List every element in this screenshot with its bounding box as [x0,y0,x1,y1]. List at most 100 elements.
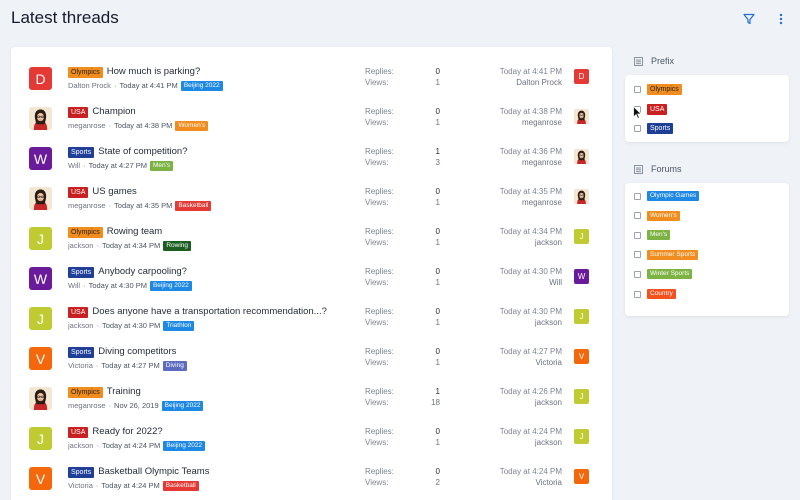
thread-row[interactable]: W Sports Anybody carpooling? Will · Toda… [11,259,612,299]
thread-title-link[interactable]: Diving competitors [98,346,176,358]
last-post-user[interactable]: meganrose [500,117,562,128]
thread-author-link[interactable]: Will [68,160,80,171]
last-post-time[interactable]: Today at 4:24 PM [500,466,562,477]
forum-filter-label[interactable]: Winter Sports [647,269,693,280]
forum-filter-option[interactable]: Summer Sports [634,249,699,260]
last-post-user[interactable]: meganrose [500,157,562,168]
thread-author-link[interactable]: Victoria [68,360,93,371]
prefix-filter-option[interactable]: Sports [634,123,674,134]
filter-checkbox[interactable] [634,290,641,298]
thread-title-link[interactable]: US games [92,186,136,198]
thread-author-link[interactable]: Victoria [68,480,93,491]
last-post-user[interactable]: Dalton Prock [500,77,562,88]
last-post-user[interactable]: jackson [500,397,562,408]
thread-tag[interactable]: Men's [149,160,174,171]
more-vertical-icon[interactable] [774,12,788,26]
last-poster-avatar[interactable] [574,109,589,124]
forum-filter-label[interactable]: Country [647,289,676,299]
forum-filter-label[interactable]: Summer Sports [647,249,699,260]
thread-author-link[interactable]: meganrose [68,200,106,211]
last-post-time[interactable]: Today at 4:35 PM [500,186,562,197]
prefix-filter-label[interactable]: Olympics [647,84,682,95]
filter-checkbox[interactable] [634,212,641,220]
thread-prefix-badge[interactable]: USA [68,106,89,118]
thread-prefix-badge[interactable]: USA [68,426,89,438]
thread-author-link[interactable]: meganrose [68,400,106,411]
filter-checkbox[interactable] [634,270,641,278]
forum-filter-option[interactable]: Men's [634,230,671,241]
thread-tag[interactable]: Basketball [162,480,199,491]
thread-author-link[interactable]: jackson [68,440,93,451]
user-avatar[interactable]: D [29,67,52,90]
filter-checkbox[interactable] [634,86,641,93]
user-avatar[interactable]: W [29,267,52,290]
last-poster-avatar[interactable]: W [574,269,589,284]
last-post-time[interactable]: Today at 4:38 PM [500,106,562,117]
thread-tag[interactable]: Triathlon [163,320,195,331]
forum-filter-option[interactable]: Olympic Games [634,191,700,201]
forum-filter-label[interactable]: Men's [647,230,671,241]
user-avatar[interactable] [29,107,52,130]
thread-title-link[interactable]: Does anyone have a transportation recomm… [92,306,326,318]
filter-checkbox[interactable] [634,251,641,259]
last-poster-avatar[interactable] [574,149,589,164]
forum-filter-label[interactable]: Olympic Games [647,191,700,201]
last-poster-avatar[interactable]: V [574,349,589,364]
last-poster-avatar[interactable]: J [574,429,589,444]
last-post-user[interactable]: Victoria [500,477,562,488]
last-post-time[interactable]: Today at 4:27 PM [500,346,562,357]
last-post-time[interactable]: Today at 4:24 PM [500,426,562,437]
thread-row[interactable]: J USA Does anyone have a transportation … [11,299,612,339]
thread-title-link[interactable]: How much is parking? [107,66,200,78]
thread-tag[interactable]: Diving [162,360,187,371]
last-post-user[interactable]: Will [500,277,562,288]
thread-author-link[interactable]: jackson [68,320,93,331]
user-avatar[interactable]: J [29,227,52,250]
last-poster-avatar[interactable]: D [574,69,589,84]
thread-prefix-badge[interactable]: Olympics [68,66,103,78]
thread-title-link[interactable]: State of competition? [98,146,187,158]
thread-row[interactable]: V Sports Diving competitors Victoria · T… [11,339,612,379]
last-post-user[interactable]: jackson [500,317,562,328]
user-avatar[interactable]: J [29,427,52,450]
user-avatar[interactable]: J [29,307,52,330]
thread-tag[interactable]: Beijing 2022 [180,80,223,91]
thread-row[interactable]: J USA Ready for 2022? jackson · Today at… [11,419,612,459]
thread-tag[interactable]: Women's [175,120,209,131]
filter-checkbox[interactable] [634,125,641,132]
last-post-user[interactable]: jackson [500,237,562,248]
prefix-filter-label[interactable]: Sports [647,123,674,134]
thread-title-link[interactable]: Rowing team [107,226,162,238]
last-poster-avatar[interactable] [574,189,589,204]
thread-title-link[interactable]: Basketball Olympic Teams [98,466,209,478]
prefix-filter-option[interactable]: Olympics [634,84,682,95]
thread-row[interactable]: USA US games meganrose · Today at 4:35 P… [11,179,612,219]
thread-title-link[interactable]: Champion [92,106,135,118]
last-post-user[interactable]: jackson [500,437,562,448]
user-avatar[interactable] [29,387,52,410]
thread-tag[interactable]: Beijing 2022 [161,400,204,411]
thread-author-link[interactable]: Will [68,280,80,291]
thread-row[interactable]: V Sports Basketball Olympic Teams Victor… [11,459,612,499]
thread-prefix-badge[interactable]: Sports [68,146,95,158]
last-post-time[interactable]: Today at 4:30 PM [500,306,562,317]
thread-prefix-badge[interactable]: Sports [68,266,95,278]
thread-tag[interactable]: Basketball [175,200,212,211]
thread-tag[interactable]: Rowing [163,240,191,251]
last-post-time[interactable]: Today at 4:41 PM [500,66,562,77]
thread-row[interactable]: W Sports State of competition? Will · To… [11,139,612,179]
filter-icon[interactable] [742,12,756,26]
last-post-user[interactable]: meganrose [500,197,562,208]
thread-tag[interactable]: Beijing 2022 [163,440,206,451]
thread-prefix-badge[interactable]: USA [68,306,89,318]
forum-filter-label[interactable]: Women's [647,210,680,221]
last-poster-avatar[interactable]: J [574,309,589,324]
forum-filter-option[interactable]: Winter Sports [634,269,693,280]
forum-filter-option[interactable]: Country [634,289,676,299]
last-poster-avatar[interactable]: J [574,229,589,244]
thread-author-link[interactable]: Dalton Prock [68,80,111,91]
thread-prefix-badge[interactable]: Sports [68,346,95,358]
prefix-filter-label[interactable]: USA [647,103,668,115]
forum-filter-option[interactable]: Women's [634,210,680,221]
thread-row[interactable]: D Olympics How much is parking? Dalton P… [11,59,612,99]
